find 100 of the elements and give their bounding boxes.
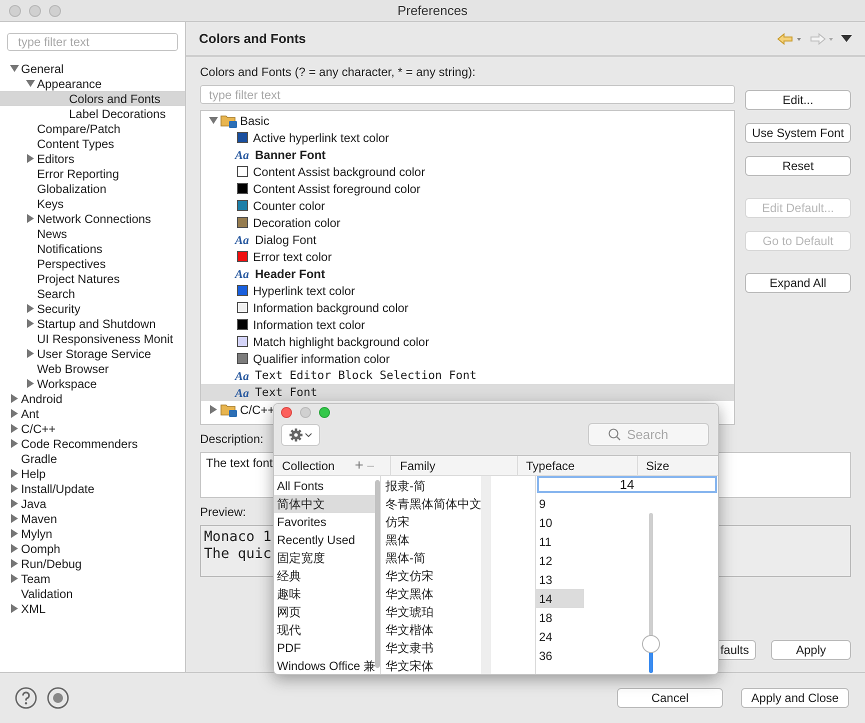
sidebar-item[interactable]: Appearance xyxy=(0,76,185,91)
tree-row[interactable]: Content Assist background color xyxy=(201,163,734,180)
sidebar-item[interactable]: Maven xyxy=(0,511,185,526)
tree-row[interactable]: Aa Header Font xyxy=(201,265,734,282)
gear-menu-button[interactable] xyxy=(281,424,320,446)
tree-row[interactable]: Aa Text Editor Block Selection Font xyxy=(201,367,734,384)
expanded-arrow-icon[interactable] xyxy=(209,116,218,125)
sidebar-item[interactable]: Android xyxy=(0,391,185,406)
collapsed-arrow-icon[interactable] xyxy=(209,405,218,414)
family-item[interactable]: 华文宋体 xyxy=(381,657,482,674)
collapsed-arrow-icon[interactable] xyxy=(10,604,19,613)
family-item[interactable]: 华文隶书 xyxy=(381,639,482,657)
collection-item[interactable]: 网页 xyxy=(274,603,376,621)
sidebar-item[interactable]: Content Types xyxy=(0,136,185,151)
family-item[interactable]: 冬青黑体简体中文 xyxy=(381,495,482,513)
collection-item[interactable]: PDF xyxy=(274,639,376,657)
collapsed-arrow-icon[interactable] xyxy=(26,349,35,358)
sidebar-item[interactable]: Search xyxy=(0,286,185,301)
size-item[interactable]: 14 xyxy=(536,589,584,608)
size-item[interactable]: 12 xyxy=(536,551,584,570)
tree-row[interactable]: Counter color xyxy=(201,197,734,214)
sidebar-item[interactable]: Oomph xyxy=(0,541,185,556)
sidebar-item[interactable]: Startup and Shutdown xyxy=(0,316,185,331)
tree-row[interactable]: Aa Text Font xyxy=(201,384,734,401)
apply-button[interactable]: Apply xyxy=(771,640,851,660)
sidebar-item[interactable]: Notifications xyxy=(0,241,185,256)
sidebar-item[interactable]: Security xyxy=(0,301,185,316)
family-item[interactable]: 华文楷体 xyxy=(381,621,482,639)
add-collection-button[interactable]: + xyxy=(354,458,364,473)
family-item[interactable]: 黑体 xyxy=(381,531,482,549)
size-item[interactable]: 13 xyxy=(536,570,584,589)
size-item[interactable]: 10 xyxy=(536,513,584,532)
tree-row[interactable]: Information background color xyxy=(201,299,734,316)
size-item[interactable]: 18 xyxy=(536,608,584,627)
sidebar-item[interactable]: Validation xyxy=(0,586,185,601)
sidebar-item[interactable]: Install/Update xyxy=(0,481,185,496)
search-field[interactable]: Search xyxy=(588,423,709,446)
sidebar-item[interactable]: Perspectives xyxy=(0,256,185,271)
collection-item[interactable]: Favorites xyxy=(274,513,376,531)
tree-row[interactable]: Information text color xyxy=(201,316,734,333)
sidebar-item[interactable]: Globalization xyxy=(0,181,185,196)
expand-all-button[interactable]: Expand All xyxy=(745,273,851,293)
family-item[interactable]: 黑体-简 xyxy=(381,549,482,567)
sidebar-item[interactable]: Label Decorations xyxy=(0,106,185,121)
sidebar-item[interactable]: Workspace xyxy=(0,376,185,391)
tree-row[interactable]: Match highlight background color xyxy=(201,333,734,350)
help-icon[interactable] xyxy=(15,687,37,709)
sidebar-item[interactable]: Error Reporting xyxy=(0,166,185,181)
sidebar-item[interactable]: Colors and Fonts xyxy=(0,91,185,106)
size-field[interactable]: 14 xyxy=(537,476,717,493)
collection-item[interactable]: Windows Office 兼 xyxy=(274,657,376,674)
family-item[interactable]: 华文仿宋 xyxy=(381,567,482,585)
collection-item[interactable]: 简体中文 xyxy=(274,495,376,513)
sidebar-item[interactable]: Code Recommenders xyxy=(0,436,185,451)
sidebar-item[interactable]: Editors xyxy=(0,151,185,166)
family-item[interactable]: 华文黑体 xyxy=(381,585,482,603)
sidebar-item[interactable]: XML xyxy=(0,601,185,616)
family-item[interactable]: 仿宋 xyxy=(381,513,482,531)
collection-item[interactable]: 固定宽度 xyxy=(274,549,376,567)
sidebar-item[interactable]: Java xyxy=(0,496,185,511)
sidebar-item[interactable]: Project Natures xyxy=(0,271,185,286)
sidebar-item[interactable]: Mylyn xyxy=(0,526,185,541)
scrollbar-thumb[interactable] xyxy=(375,480,380,668)
apply-and-close-button[interactable]: Apply and Close xyxy=(741,688,849,708)
sidebar-item[interactable]: Help xyxy=(0,466,185,481)
edit-button[interactable]: Edit... xyxy=(745,90,851,110)
size-item[interactable]: 24 xyxy=(536,627,584,646)
zoom-icon[interactable] xyxy=(319,407,330,418)
menu-icon[interactable] xyxy=(841,34,852,42)
close-icon[interactable] xyxy=(281,407,292,418)
use-system-font-button[interactable]: Use System Font xyxy=(745,123,851,143)
tree-row[interactable]: Active hyperlink text color xyxy=(201,129,734,146)
collection-item[interactable]: 现代 xyxy=(274,621,376,639)
collapsed-arrow-icon[interactable] xyxy=(26,154,35,163)
tree-row[interactable]: Error text color xyxy=(201,248,734,265)
sidebar-item[interactable]: Ant xyxy=(0,406,185,421)
tree-row[interactable]: Aa Dialog Font xyxy=(201,231,734,248)
sidebar-item[interactable]: UI Responsiveness Monit xyxy=(0,331,185,346)
collapsed-arrow-icon[interactable] xyxy=(26,214,35,223)
sidebar-item[interactable]: C/C++ xyxy=(0,421,185,436)
cancel-button[interactable]: Cancel xyxy=(617,688,723,708)
reset-button[interactable]: Reset xyxy=(745,156,851,176)
tree-group-row[interactable]: Basic xyxy=(201,112,281,129)
family-item[interactable]: 华文琥珀 xyxy=(381,603,482,621)
tree-row[interactable]: Aa Banner Font xyxy=(201,146,734,163)
tree-row[interactable]: Qualifier information color xyxy=(201,350,734,367)
sidebar-item[interactable]: Team xyxy=(0,571,185,586)
collection-item[interactable]: 经典 xyxy=(274,567,376,585)
sidebar-item[interactable]: Keys xyxy=(0,196,185,211)
sidebar-item[interactable]: Network Connections xyxy=(0,211,185,226)
tree-row[interactable]: Content Assist foreground color xyxy=(201,180,734,197)
family-item[interactable]: 报隶-简 xyxy=(381,477,482,495)
tree-row[interactable]: Decoration color xyxy=(201,214,734,231)
size-item[interactable]: 11 xyxy=(536,532,584,551)
slider-thumb[interactable] xyxy=(642,635,660,654)
sidebar-item[interactable]: User Storage Service xyxy=(0,346,185,361)
collection-item[interactable]: All Fonts xyxy=(274,477,376,495)
tree-row[interactable]: Hyperlink text color xyxy=(201,282,734,299)
sidebar-item[interactable]: Web Browser xyxy=(0,361,185,376)
collection-item[interactable]: 趣味 xyxy=(274,585,376,603)
